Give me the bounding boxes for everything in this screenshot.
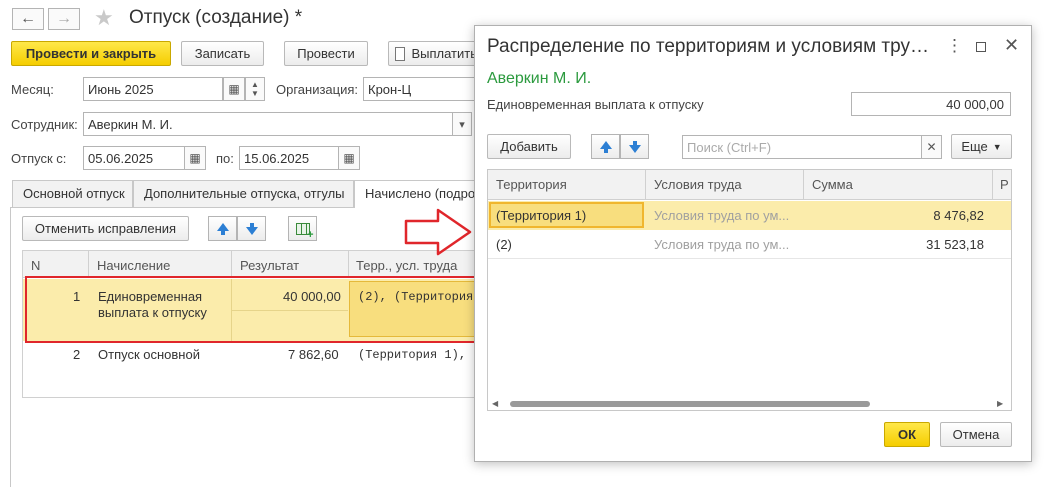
col-divider [803,170,804,200]
month-label: Месяц: [11,82,54,97]
col-divider [645,170,646,200]
col-divider [992,170,993,200]
scroll-right-icon[interactable]: ▶ [997,399,1003,408]
ok-button[interactable]: ОК [884,422,930,447]
column-header-conditions[interactable]: Условия труда [654,177,742,192]
pay-button-label: Выплатить [411,46,477,61]
add-button[interactable]: Добавить [487,134,571,159]
tab-accrued[interactable]: Начислено (подро [354,180,480,208]
col-divider [231,251,232,278]
horizontal-scrollbar[interactable] [510,401,870,407]
calendar-icon[interactable]: ▦ [184,146,206,170]
arrow-left-icon: ← [20,10,36,27]
vacation-to-field[interactable]: 15.06.2025 [239,146,339,170]
arrow-up-icon [599,140,612,153]
cancel-button[interactable]: Отмена [940,422,1012,447]
more-options-icon[interactable]: ⋮ [946,36,963,56]
cancel-corrections-button[interactable]: Отменить исправления [22,216,189,241]
conditions-value: Условия труда по ум... [654,208,790,223]
calendar-icon[interactable]: ▦ [223,77,245,101]
column-header-territory[interactable]: Терр., усл. труда [356,258,457,273]
conditions-value: Условия труда по ум... [654,237,790,252]
clear-search-icon[interactable]: ✕ [921,135,942,159]
move-down-button[interactable] [237,216,266,241]
row-divider [488,258,1011,259]
tab-additional-vacations[interactable]: Дополнительные отпуска, отгулы [133,180,354,207]
territory-value: (Территория 1) [496,208,587,223]
column-header-sum[interactable]: Сумма [812,177,853,192]
chevron-down-icon: ▼ [992,141,1002,152]
column-header-extra[interactable]: Р [1000,177,1009,192]
tab-main-vacation[interactable]: Основной отпуск [12,180,133,207]
arrow-up-icon [216,222,229,235]
employee-field[interactable]: Аверкин М. И. [83,112,453,136]
more-button-label: Еще [961,139,988,154]
save-button[interactable]: Записать [181,41,264,66]
pointer-arrow-icon [404,208,472,256]
result-value: 7 862,60 [288,347,339,362]
move-down-button[interactable] [620,134,649,159]
column-header-territory[interactable]: Территория [496,177,567,192]
organization-label: Организация: [276,82,359,97]
territory-value: (Территория 1), ( [358,348,476,362]
vacation-from-label: Отпуск с: [11,151,67,166]
more-button[interactable]: Еще ▼ [951,134,1012,159]
star-icon[interactable]: ★ [94,5,114,31]
scroll-left-icon[interactable]: ◀ [492,399,498,408]
calendar-icon[interactable]: ▦ [338,146,360,170]
payment-amount-field[interactable]: 40 000,00 [851,92,1011,116]
accrual-name: Отпуск основной [98,347,200,362]
arrow-down-icon [628,140,641,153]
sum-value: 8 476,82 [933,208,984,223]
row-number: 2 [73,347,81,362]
maximize-icon[interactable] [976,42,986,52]
territory-value: (2) [496,237,512,252]
back-button[interactable]: ← [12,8,44,30]
document-icon [395,46,406,61]
month-field[interactable]: Июнь 2025 [83,77,223,101]
add-row-button[interactable]: + [288,216,317,241]
move-up-button[interactable] [208,216,237,241]
highlight-rectangle [25,276,476,343]
move-up-button[interactable] [591,134,620,159]
vacation-to-caption: по: [216,151,234,166]
col-divider [88,251,89,278]
sum-value: 31 523,18 [926,237,984,252]
forward-button[interactable]: → [48,8,80,30]
arrow-right-icon: → [56,10,72,27]
month-stepper[interactable]: ▲ ▼ [245,77,265,101]
employee-dropdown-icon[interactable]: ▾ [452,112,472,136]
close-icon[interactable]: ✕ [1004,35,1019,56]
post-button[interactable]: Провести [284,41,368,66]
column-header-n[interactable]: N [31,258,40,273]
pay-button[interactable]: Выплатить [388,41,478,66]
col-divider [348,251,349,278]
payment-label: Единовременная выплата к отпуску [487,97,704,112]
dialog-title: Распределение по территориям и условиям … [487,36,929,57]
page-title: Отпуск (создание) * [129,7,303,28]
arrow-down-icon [245,222,258,235]
employee-name: Аверкин М. И. [487,70,592,87]
organization-field[interactable]: Крон-Ц [363,77,478,101]
column-header-result[interactable]: Результат [240,258,299,273]
post-and-close-button[interactable]: Провести и закрыть [11,41,171,66]
column-header-accrual[interactable]: Начисление [97,258,170,273]
employee-label: Сотрудник: [11,117,78,132]
search-input[interactable]: Поиск (Ctrl+F) [682,135,922,159]
table-add-icon: + [295,222,314,240]
vacation-from-field[interactable]: 05.06.2025 [83,146,185,170]
